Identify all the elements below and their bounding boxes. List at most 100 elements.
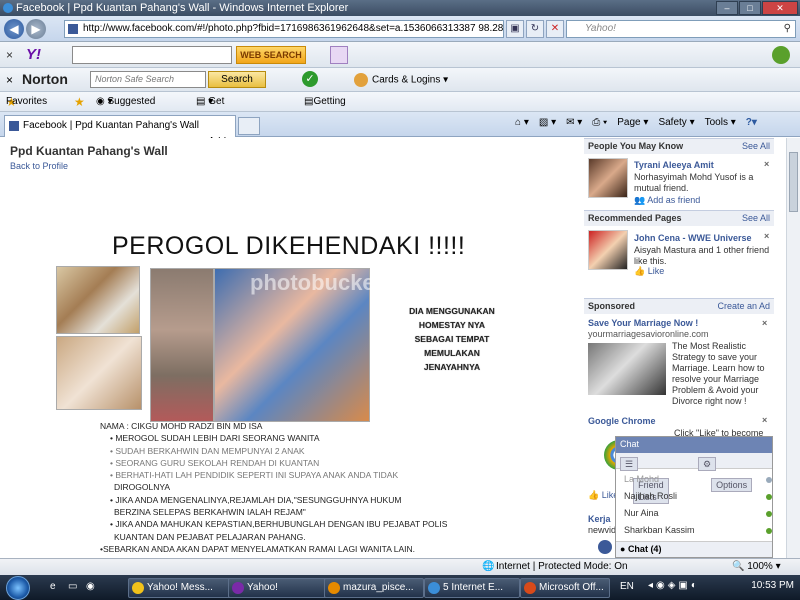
page-scrollbar[interactable] [786,138,800,558]
taskbar-item[interactable]: 5 Internet E... [424,578,520,598]
zoom-level[interactable]: 🔍 100% ▾ [732,559,781,575]
page-menu[interactable]: Page ▾ [617,117,648,128]
close-toolbar-icon[interactable]: × [6,48,13,62]
address-bar[interactable]: http://www.facebook.com/#!/photo.php?fbi… [64,20,504,38]
detail-line: SEORANG GURU SEKOLAH RENDAH DI KUANTAN [115,457,320,468]
close-norton-icon[interactable]: × [6,73,13,87]
avatar[interactable] [588,158,628,198]
norton-search-button[interactable]: Search [208,71,266,88]
tab-row: Facebook | Ppd Kuantan Pahang's Wall ⌂ ▾… [0,112,800,137]
chat-friend[interactable]: Najihah Rosli [624,491,772,501]
photobucket-watermark: photobucket [250,270,382,295]
ie-icon [3,3,13,13]
security-zone[interactable]: Internet | Protected Mode: On [496,559,628,575]
cards-logins-label: Cards & Logins [372,74,441,86]
minimize-button[interactable]: – [716,1,738,15]
favorites-item-suggested[interactable]: ◉ Suggested Sites ▾ [96,92,155,127]
print-icon[interactable]: ⎙ ▾ [592,117,607,128]
help-icon[interactable]: ?▾ [746,117,757,128]
taskbar-item[interactable]: mazura_pisce... [324,578,424,598]
search-icon[interactable]: ⚲ [784,21,791,37]
chat-footer[interactable]: ● Chat (4) [616,541,772,557]
yahoo-search-placeholder: Yahoo! [585,23,616,34]
taskbar-item[interactable]: Microsoft Off... [520,578,610,598]
home-icon[interactable]: ⌂ ▾ [515,117,529,128]
dismiss-icon[interactable]: × [764,159,769,169]
yahoo-toolbar-search-input[interactable] [72,46,232,64]
favorites-label: Favorites [6,96,48,107]
safety-menu[interactable]: Safety ▾ [658,117,694,128]
dismiss-icon[interactable]: × [764,231,769,241]
create-ad-link[interactable]: Create an Ad [717,299,770,314]
back-arrow-icon[interactable]: ◀ [4,19,24,39]
side-text-line: JENAYAHNYA [423,362,481,372]
zoom-value: 100% [747,561,773,572]
detail-line: •SEBARKAN ANDA AKAN DAPAT MENYELAMATKAN … [100,543,416,554]
toolbar-pencil-icon[interactable] [330,46,348,64]
dismiss-icon[interactable]: × [762,415,767,425]
yahoo-search-input[interactable]: Yahoo! ⚲ [566,20,796,38]
add-favorite-icon[interactable]: ★ [74,92,85,112]
chat-friend[interactable]: Sharkban Kassim [624,525,772,535]
options-tab[interactable]: ⚙ Options [698,457,753,492]
start-button[interactable] [6,576,30,600]
compatibility-icon[interactable]: ▣ [506,20,524,38]
chat-friend[interactable]: Nur Aina [624,508,772,518]
like-page-button[interactable]: 👍 Like [634,266,664,277]
add-friend-button[interactable]: 👥 Add as friend [634,195,700,206]
web-search-button[interactable]: WEB SEARCH [236,46,306,64]
back-to-profile-link[interactable]: Back to Profile [10,161,68,171]
pymk-name-link[interactable]: Tyrani Aleeya Amit [634,160,714,170]
avatar[interactable] [588,230,628,270]
cards-logins-button[interactable]: Cards & Logins ▾ [354,73,448,87]
favorites-item-getting-started[interactable]: ▤ Getting Started [304,92,346,127]
quicklaunch-ie-icon[interactable]: e [50,581,56,592]
new-tab-button[interactable] [238,117,260,135]
scrollbar-thumb[interactable] [789,152,798,212]
mail-icon[interactable]: ✉ ▾ [566,117,582,128]
detail-line: KUANTAN DAN PEJABAT PELAJARAN PAHANG. [114,531,306,542]
ad-title-link[interactable]: Save Your Marriage Now ! [588,318,698,328]
globe-icon[interactable] [598,540,612,554]
side-text-line: MEMULAKAN [424,348,480,358]
pymk-see-all-link[interactable]: See All [742,139,770,154]
poster-photo[interactable]: PEROGOL DIKEHENDAKI !!!!! photobucket DI… [50,218,580,558]
chrome-like-button[interactable]: 👍 Like [588,490,618,501]
clock[interactable]: 10:53 PM [751,580,794,591]
chat-friend[interactable]: La Mohd [624,474,772,484]
taskbar-item[interactable]: Yahoo! Mess... [128,578,240,598]
favorites-item-addons[interactable]: ▤ Get More Add-ons ▾ [196,92,231,167]
feeds-icon[interactable]: ▧ ▾ [539,117,556,128]
safe-check-icon[interactable]: ✓ [302,71,318,87]
recommended-name-link[interactable]: John Cena - WWE Universe [634,233,752,243]
close-window-button[interactable]: ✕ [762,1,798,15]
maximize-button[interactable]: □ [739,1,761,15]
stop-icon[interactable]: ✕ [546,20,564,38]
poster-side-text: DIA MENGGUNAKAN HOMESTAY NYA SEBAGAI TEM… [400,304,504,374]
tools-menu[interactable]: Tools ▾ [705,117,736,128]
language-indicator[interactable]: EN [620,581,634,592]
chrome-ad-title[interactable]: Google Chrome [588,416,656,427]
settings-gear-icon[interactable] [772,46,790,64]
recommended-see-all-link[interactable]: See All [742,211,770,226]
forward-arrow-icon[interactable]: ▶ [26,19,46,39]
kerja-link[interactable]: Kerja [588,514,611,525]
dismiss-icon[interactable]: × [762,318,767,328]
taskbar-item[interactable]: Yahoo! [228,578,336,598]
friend-lists-tab[interactable]: ☰ Friend Lists [620,457,669,504]
quicklaunch-desktop-icon[interactable]: ▭ [68,581,77,592]
status-bar: 🌐 Internet | Protected Mode: On 🔍 100% ▾ [0,558,800,575]
chat-header[interactable]: Chat [616,437,772,453]
norton-search-input[interactable]: Norton Safe Search [90,71,206,88]
tab-facebook[interactable]: Facebook | Ppd Kuantan Pahang's Wall [4,115,236,137]
page-title: Ppd Kuantan Pahang's Wall [10,144,168,158]
sponsored-title: Sponsored [588,301,636,311]
key-icon [354,73,368,87]
ad-image[interactable] [588,343,666,395]
yahoo-logo: Y! [26,46,41,63]
quicklaunch-firefox-icon[interactable]: ◉ [86,581,95,592]
task-label: mazura_pisce... [343,582,414,593]
refresh-icon[interactable]: ↻ [526,20,544,38]
tray-icons[interactable]: ◂◉◈▣◐ [648,580,700,591]
chat-panel[interactable]: Chat ☰ Friend Lists ⚙ Options La Mohd Na… [615,436,773,558]
